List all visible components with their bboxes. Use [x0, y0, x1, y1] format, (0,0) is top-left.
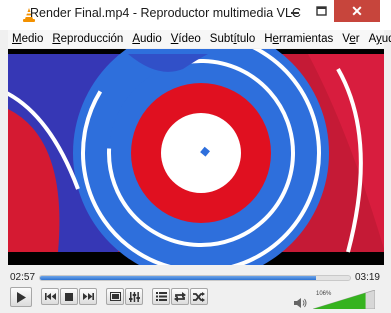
menu-item-video[interactable]: Vídeo — [167, 33, 206, 45]
menu-label-end: tulo — [236, 33, 256, 45]
menu-item-ver[interactable]: Ver — [338, 33, 364, 45]
control-panel: 02:57 03:19 106% — [8, 266, 384, 313]
title-bar[interactable]: Render Final.mp4 - Reproductor multimedi… — [0, 0, 391, 30]
play-button[interactable] — [10, 287, 32, 307]
menu-label-start: H — [264, 33, 273, 45]
speaker-icon[interactable] — [294, 297, 308, 309]
video-area[interactable] — [8, 49, 384, 265]
menu-label-mnemonic: A — [132, 33, 140, 45]
vlc-window: Render Final.mp4 - Reproductor multimedi… — [0, 0, 391, 313]
menu-item-ayuda[interactable]: Ayuda — [365, 33, 391, 45]
volume-slider[interactable] — [313, 290, 375, 309]
menu-label-end: ídeo — [178, 33, 201, 45]
menu-label-end: r — [355, 33, 360, 45]
menu-label-end: udio — [139, 33, 162, 45]
elapsed-time: 02:57 — [10, 272, 36, 283]
previous-button[interactable] — [41, 288, 59, 305]
menu-label-mnemonic: R — [52, 33, 61, 45]
maximize-button[interactable] — [308, 0, 334, 22]
menu-label-start: Subt — [209, 33, 234, 45]
white-center — [161, 113, 241, 193]
next-button[interactable] — [79, 288, 97, 305]
close-button[interactable]: ✕ — [334, 0, 380, 22]
menu-label-end: eproducción — [60, 33, 124, 45]
loop-button[interactable] — [171, 288, 189, 305]
total-time[interactable]: 03:19 — [355, 272, 380, 283]
fullscreen-button[interactable] — [106, 288, 124, 305]
fullscreen-icon — [109, 292, 121, 301]
loop-icon — [174, 291, 186, 302]
equalizer-icon — [128, 291, 140, 302]
playlist-button[interactable] — [152, 288, 170, 305]
play-icon — [17, 291, 26, 303]
playlist-icon — [155, 292, 167, 301]
menu-bar: Medio Reproducción Audio Vídeo Subtítulo Herr… — [8, 30, 391, 48]
shuffle-icon — [193, 291, 205, 302]
menu-label-end: edio — [21, 33, 44, 45]
stop-button[interactable] — [60, 288, 78, 305]
minimize-icon — [291, 12, 299, 14]
previous-icon — [44, 293, 56, 300]
shuffle-button[interactable] — [190, 288, 208, 305]
seek-progress — [40, 276, 316, 280]
video-frame — [8, 49, 384, 265]
menu-label-end: uda — [381, 33, 391, 45]
next-icon — [82, 293, 94, 300]
menu-item-herramientas[interactable]: Herramientas — [260, 33, 338, 45]
menu-item-reproduccion[interactable]: Reproducción — [48, 33, 128, 45]
seek-bar[interactable] — [39, 275, 351, 281]
close-icon: ✕ — [351, 2, 363, 19]
stop-icon — [65, 292, 73, 301]
maximize-icon — [315, 6, 327, 16]
menu-label-mnemonic: M — [12, 33, 22, 45]
menu-item-subtitulo[interactable]: Subtítulo — [206, 33, 260, 45]
menu-item-medio[interactable]: Medio — [8, 33, 48, 45]
minimize-button[interactable] — [282, 0, 308, 22]
menu-item-audio[interactable]: Audio — [128, 33, 166, 45]
menu-label-start: A — [368, 33, 377, 45]
menu-label-end: rramientas — [278, 33, 334, 45]
extended-settings-button[interactable] — [125, 288, 143, 305]
